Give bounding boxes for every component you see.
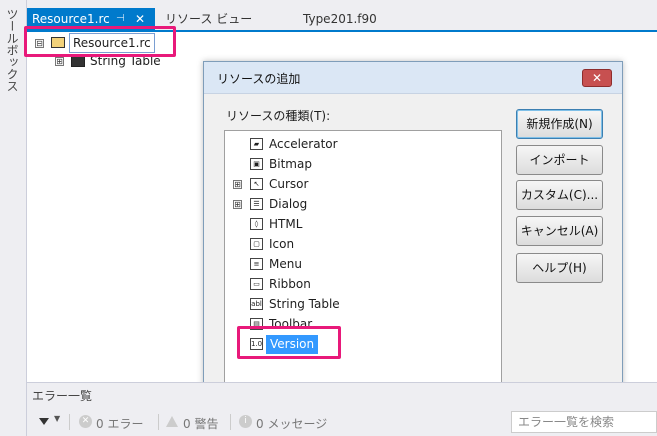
errors-filter[interactable]: 0 エラー bbox=[96, 415, 143, 432]
html-icon: ◊ bbox=[250, 218, 263, 230]
expand-icon[interactable]: ⊞ bbox=[233, 200, 242, 209]
bitmap-icon: ▣ bbox=[250, 158, 263, 170]
resource-type-item[interactable]: ⊞ ☰ Dialog bbox=[225, 195, 495, 214]
resource-type-label: Cursor bbox=[269, 177, 309, 191]
resource-type-item[interactable]: ▣ Bitmap bbox=[225, 155, 495, 174]
warnings-filter[interactable]: 0 警告 bbox=[183, 415, 218, 432]
resource-type-label: Ribbon bbox=[269, 277, 311, 291]
root-highlight-box bbox=[24, 26, 176, 57]
resource-type-label: Icon bbox=[269, 237, 295, 251]
resource-type-label: String Table bbox=[269, 297, 340, 311]
error-list-toolbar: ▼ ✕ 0 エラー 0 警告 i 0 メッセージ エラー一覧を検索 bbox=[27, 409, 657, 435]
toolbar-divider bbox=[230, 414, 231, 430]
resource-type-item[interactable]: ▭ Ribbon bbox=[225, 275, 495, 294]
icon-resource-icon: ▢ bbox=[250, 238, 263, 250]
error-icon: ✕ bbox=[79, 415, 92, 428]
expand-icon[interactable]: ⊞ bbox=[55, 57, 64, 66]
toolbar-divider bbox=[158, 414, 159, 430]
dialog-close-icon[interactable]: ✕ bbox=[582, 69, 612, 87]
menu-icon: ≡ bbox=[250, 258, 263, 270]
dialog-icon: ☰ bbox=[250, 198, 263, 210]
string-table-icon: abl bbox=[250, 298, 263, 310]
error-search-input[interactable]: エラー一覧を検索 bbox=[511, 411, 657, 433]
info-icon: i bbox=[239, 415, 252, 428]
resource-type-item[interactable]: ⊞ ↖ Cursor bbox=[225, 175, 495, 194]
cursor-icon: ↖ bbox=[250, 178, 263, 190]
resource-type-label: Bitmap bbox=[269, 157, 312, 171]
string-table-folder-icon bbox=[71, 56, 85, 67]
resource-type-item[interactable]: ◊ HTML bbox=[225, 215, 495, 234]
expand-icon[interactable]: ⊞ bbox=[233, 180, 242, 189]
error-list-panel: エラー一覧 ▼ ✕ 0 エラー 0 警告 i 0 メッセージ エラー一覧を検索 bbox=[27, 382, 657, 436]
tab-type201[interactable]: Type201.f90 bbox=[297, 8, 383, 30]
chevron-down-icon[interactable]: ▼ bbox=[54, 414, 60, 423]
dialog-title: リソースの追加 bbox=[217, 72, 301, 86]
version-highlight-box bbox=[237, 326, 341, 359]
add-resource-dialog: リソースの追加 ✕ リソースの種類(T): ▰ Accelerator ▣ Bitma… bbox=[203, 61, 623, 413]
help-button[interactable]: ヘルプ(H) bbox=[516, 253, 603, 283]
resource-type-item[interactable]: ▰ Accelerator bbox=[225, 135, 495, 154]
custom-button[interactable]: カスタム(C)... bbox=[516, 180, 603, 210]
new-button[interactable]: 新規作成(N) bbox=[516, 109, 603, 139]
warning-icon bbox=[166, 416, 178, 427]
resource-type-label: Dialog bbox=[269, 197, 308, 211]
messages-filter[interactable]: 0 メッセージ bbox=[256, 415, 327, 432]
cancel-button[interactable]: キャンセル(A) bbox=[516, 216, 603, 246]
resource-type-item[interactable]: ▢ Icon bbox=[225, 235, 495, 254]
resource-type-item[interactable]: ≡ Menu bbox=[225, 255, 495, 274]
toolbox-label[interactable]: ツールボックス bbox=[4, 8, 21, 92]
resource-type-label: HTML bbox=[269, 217, 303, 231]
resource-type-item[interactable]: abl String Table bbox=[225, 295, 495, 314]
toolbar-divider bbox=[69, 414, 70, 430]
import-button[interactable]: インポート(M)... bbox=[516, 145, 603, 195]
resource-type-label: リソースの種類(T): bbox=[226, 109, 331, 123]
resource-type-label: Accelerator bbox=[269, 137, 338, 151]
ribbon-icon: ▭ bbox=[250, 278, 263, 290]
accelerator-icon: ▰ bbox=[250, 138, 263, 150]
toolbox-strip[interactable]: ツールボックス bbox=[0, 0, 27, 436]
filter-icon[interactable] bbox=[39, 418, 49, 425]
dialog-titlebar[interactable]: リソースの追加 ✕ bbox=[204, 62, 622, 94]
error-list-title[interactable]: エラー一覧 bbox=[32, 387, 92, 404]
resource-type-label: Menu bbox=[269, 257, 302, 271]
